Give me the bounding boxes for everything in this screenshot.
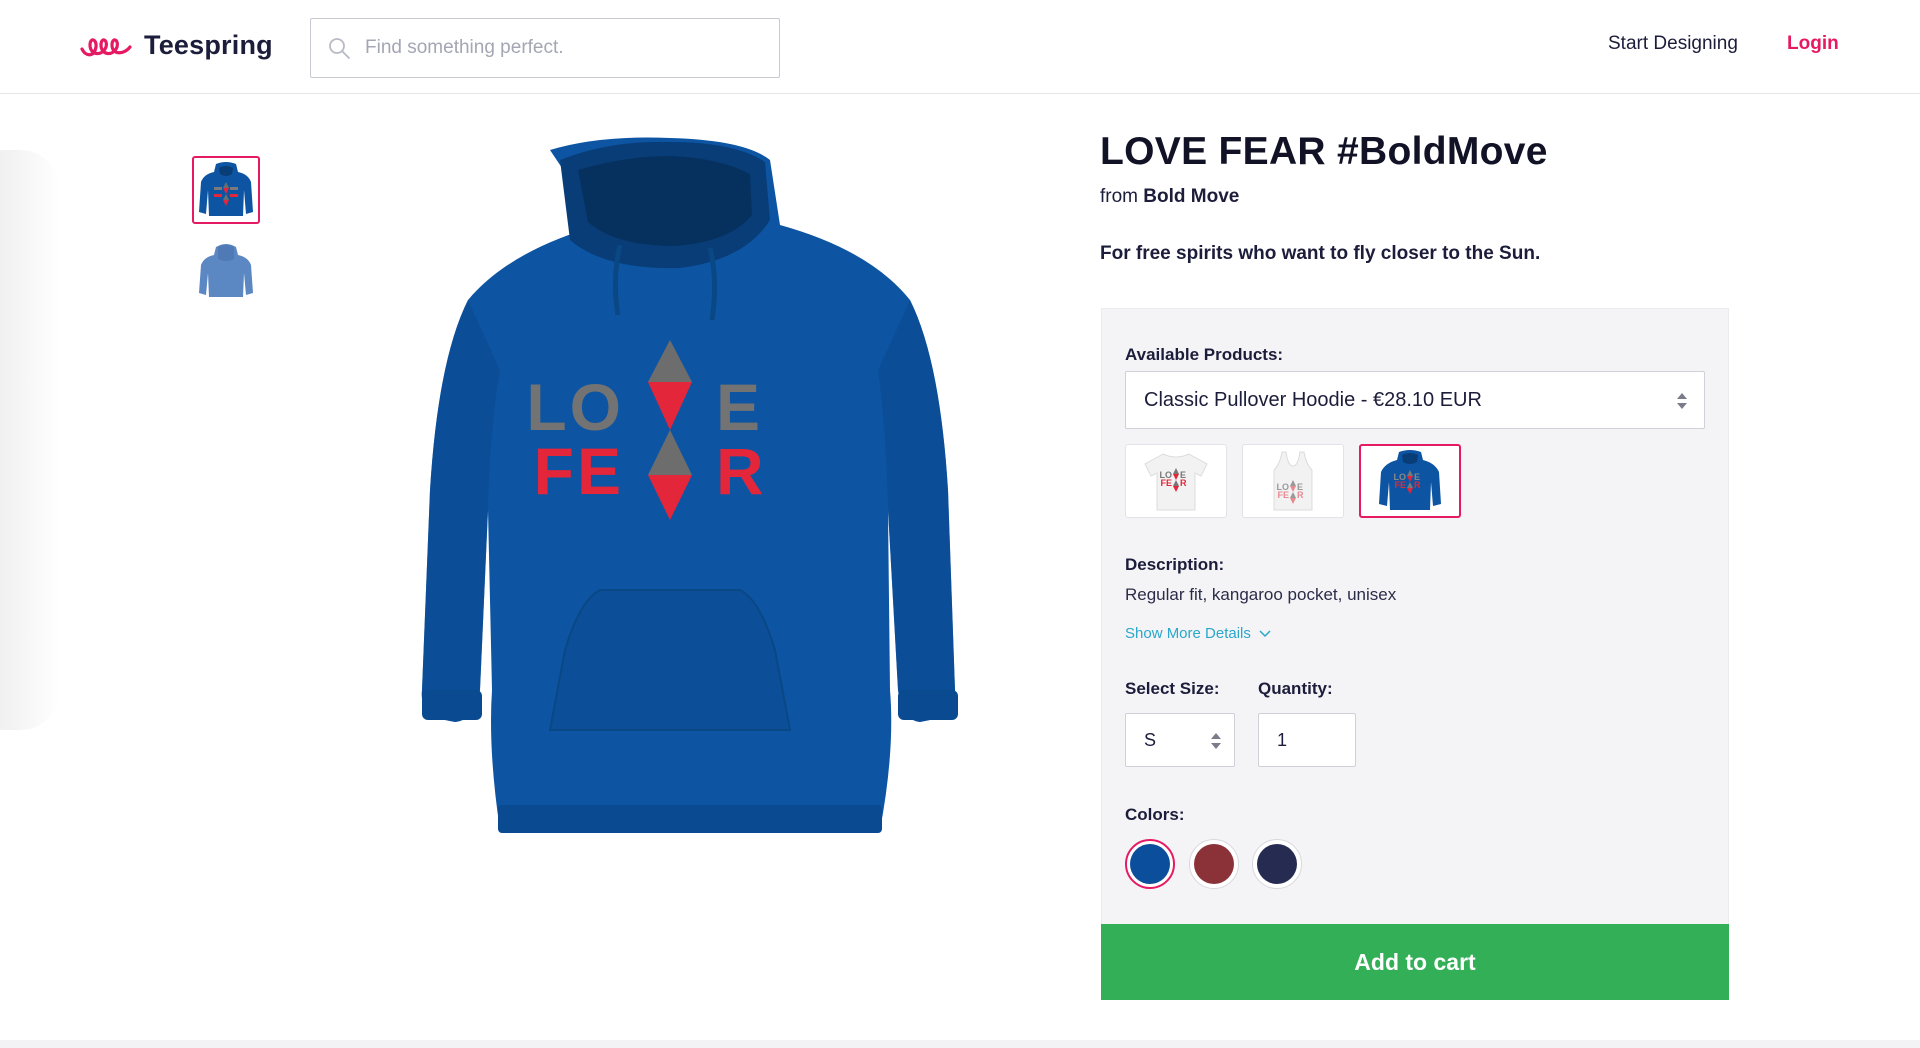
product-select-value: Classic Pullover Hoodie - €28.10 EUR (1144, 388, 1482, 411)
variant-tshirt[interactable]: LO E FE R (1125, 444, 1227, 518)
svg-text:FE: FE (534, 434, 624, 508)
svg-text:R: R (1180, 478, 1187, 488)
tshirt-thumbnail-icon: LO E FE R (1144, 453, 1208, 511)
search-icon (329, 38, 350, 59)
site-header: Teespring Start Designing Login (0, 0, 1920, 94)
svg-text:FE: FE (1160, 478, 1172, 488)
product-select[interactable]: Classic Pullover Hoodie - €28.10 EUR (1125, 371, 1705, 429)
thumbnail-front[interactable] (192, 156, 260, 224)
product-tagline: For free spirits who want to fly closer … (1100, 243, 1541, 264)
show-more-label: Show More Details (1125, 625, 1251, 642)
tank-top-thumbnail-icon: LO E FE R (1273, 451, 1313, 511)
logo-text: Teespring (144, 30, 273, 60)
svg-text:LO: LO (526, 370, 624, 444)
seller-link[interactable]: Bold Move (1143, 186, 1239, 207)
available-products-label: Available Products: (1125, 345, 1284, 364)
size-select[interactable]: S (1125, 713, 1235, 767)
seller-line: from Bold Move (1100, 186, 1239, 208)
hoodie-variant-thumbnail-icon: LO E FE R (1379, 450, 1441, 510)
teespring-logo[interactable]: Teespring (80, 30, 273, 61)
updown-arrows-icon (1211, 733, 1221, 749)
quantity-input[interactable] (1258, 713, 1356, 767)
hoodie-back-thumbnail-icon (199, 244, 253, 297)
svg-text:R: R (1414, 480, 1421, 490)
variant-tank-top[interactable]: LO E FE R (1242, 444, 1344, 518)
svg-text:FE: FE (1394, 480, 1406, 490)
color-dot (1257, 844, 1297, 884)
color-swatch-blue[interactable] (1125, 839, 1175, 889)
product-title: LOVE FEAR #BoldMove (1100, 130, 1548, 173)
from-prefix: from (1100, 186, 1138, 207)
side-panel-shadow (0, 150, 60, 730)
description-text: Regular fit, kangaroo pocket, unisex (1125, 585, 1397, 604)
svg-text:R: R (716, 434, 764, 508)
color-swatch-navy[interactable] (1252, 839, 1302, 889)
page-footer-strip (0, 1040, 1920, 1048)
description-label: Description: (1125, 555, 1225, 574)
color-dot (1194, 844, 1234, 884)
updown-arrows-icon (1677, 393, 1687, 409)
search-input[interactable] (365, 37, 765, 59)
svg-text:FE: FE (1277, 490, 1289, 500)
variant-hoodie[interactable]: LO E FE R (1359, 444, 1461, 518)
search-bar[interactable] (310, 18, 780, 78)
product-options-panel: Available Products: Classic Pullover Hoo… (1101, 308, 1729, 926)
quantity-label: Quantity: (1258, 679, 1333, 698)
login-link[interactable]: Login (1787, 33, 1839, 55)
logo-swirl-icon (80, 37, 132, 56)
color-swatch-maroon[interactable] (1189, 839, 1239, 889)
select-size-label: Select Size: (1125, 679, 1220, 698)
start-designing-link[interactable]: Start Designing (1608, 33, 1738, 55)
colors-label: Colors: (1125, 805, 1185, 824)
hoodie-product-image: LO E FE R (421, 137, 958, 833)
hoodie-front-thumbnail-icon (199, 162, 253, 216)
chevron-down-icon (1259, 629, 1271, 637)
svg-text:R: R (1297, 490, 1304, 500)
svg-text:E: E (716, 370, 760, 444)
color-dot (1130, 844, 1170, 884)
show-more-details-link[interactable]: Show More Details (1125, 625, 1271, 642)
add-to-cart-button[interactable]: Add to cart (1101, 924, 1729, 1000)
thumbnail-back[interactable] (192, 237, 260, 305)
size-select-value: S (1144, 729, 1157, 750)
